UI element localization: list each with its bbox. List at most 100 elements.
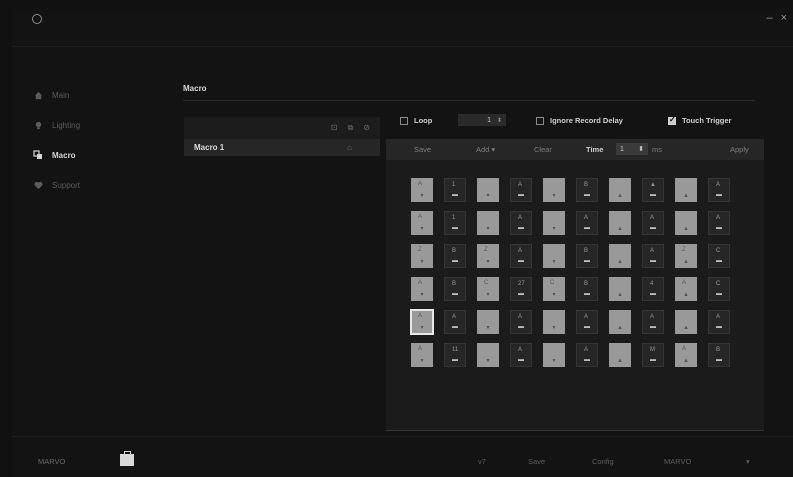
macro-event-key[interactable]: 1 ▬ [444,178,466,202]
macro-event-key[interactable]: Z ▲ [675,244,697,268]
macro-event-key[interactable]: A ▬ [576,343,598,367]
macro-event-key[interactable]: ▲ [675,178,697,202]
macro-event-key[interactable]: ▾ [477,310,499,334]
macro-event-key[interactable]: ▲ [609,178,631,202]
macro-event-key[interactable]: ▾ [543,343,565,367]
loop-label: Loop [414,116,433,125]
macro-event-key[interactable]: A ▬ [510,211,532,235]
macro-event-key[interactable]: Z ▾ [477,244,499,268]
delay-stepper[interactable]: 1 ⬍ [616,143,648,155]
event-key-grid: A ▾ 1 ▬ ▾ A ▬ ▾ B ▬ ▲ ▲ ▬ ▲ A ▬ A ▾ 1 ▬ ▾ A ▬ ▾ A ▬ ▲ A ▬ ▲ A ▬ Z ▾ B ▬ Z ▾ A ▬… [410,178,730,367]
key-top-label: A [418,214,423,220]
copy-macro-icon[interactable]: ⧉ [348,123,354,133]
sidebar-item-lighting[interactable]: Lighting [33,120,143,130]
key-direction-icon: ▲ [683,358,689,364]
macro-event-key[interactable]: 1 ▬ [444,211,466,235]
lock-icon[interactable]: ⌂ [347,143,352,152]
macro-event-key[interactable]: A ▲ [675,343,697,367]
sidebar-item-support[interactable]: Support [33,180,143,190]
macro-event-key[interactable]: A ▾ [411,211,433,235]
macro-event-key[interactable]: A ▬ [642,211,664,235]
key-direction-icon: ▲ [617,226,623,232]
briefcase-icon[interactable] [120,451,134,466]
macro-event-key[interactable]: A ▬ [642,244,664,268]
apply-button[interactable]: Apply [730,145,749,154]
macro-event-key[interactable]: ▲ [675,211,697,235]
macro-event-key[interactable]: C ▬ [708,244,730,268]
new-macro-icon[interactable]: ⊡ [331,123,338,133]
macro-event-key[interactable]: B ▬ [576,178,598,202]
macro-event-key[interactable]: A ▬ [576,310,598,334]
macro-event-key[interactable]: ▾ [543,211,565,235]
macro-event-key[interactable]: B ▬ [708,343,730,367]
macro-event-key[interactable]: Z ▾ [411,244,433,268]
ignore-delay-checkbox[interactable]: Ignore Record Delay [536,116,623,125]
macro-event-key[interactable]: B ▬ [444,277,466,301]
device-model: MARVO [664,457,692,466]
key-direction-icon: ▬ [584,192,590,198]
macro-event-key[interactable]: 11 ▬ [444,343,466,367]
macro-event-key[interactable]: ▲ [609,277,631,301]
minimize-icon[interactable]: – [766,12,772,24]
macro-event-key[interactable]: A ▾ [411,277,433,301]
clear-button[interactable]: Clear [534,145,552,154]
sidebar-item-main[interactable]: Main [33,90,143,100]
config-button[interactable]: Config [592,457,614,466]
macro-event-key[interactable]: A ▾ [410,309,434,335]
macro-event-key[interactable]: A ▬ [510,343,532,367]
macro-event-key[interactable]: A ▬ [576,211,598,235]
macro-event-key[interactable]: A ▬ [510,244,532,268]
macro-event-key[interactable]: A ▬ [708,178,730,202]
list-item[interactable]: Macro 1 ⌂ [184,139,380,156]
loop-count-stepper[interactable]: 1 ⬍ [458,114,506,126]
macro-event-key[interactable]: A ▬ [510,310,532,334]
key-direction-icon: ▾ [420,226,424,232]
macro-event-key[interactable]: A ▬ [510,178,532,202]
stepper-arrows-icon[interactable]: ⬍ [497,117,502,124]
status-save-button[interactable]: Save [528,457,545,466]
macro-event-key[interactable]: A ▬ [708,310,730,334]
macro-event-key[interactable]: C ▾ [543,277,565,301]
macro-event-key[interactable]: 4 ▬ [642,277,664,301]
macro-event-key[interactable]: ▲ [609,211,631,235]
macro-event-key[interactable]: C ▾ [477,277,499,301]
delete-macro-icon[interactable]: ⊘ [363,123,370,133]
loop-checkbox[interactable]: Loop [400,116,432,125]
macro-event-key[interactable]: B ▬ [444,244,466,268]
key-top-label: A [716,182,721,188]
macro-event-key[interactable]: ▲ [609,343,631,367]
macro-event-key[interactable]: ▾ [543,178,565,202]
key-top-label: B [716,347,721,353]
key-top-label: A [518,347,523,353]
macro-event-key[interactable]: ▲ ▬ [642,178,664,202]
macro-event-key[interactable]: ▾ [477,211,499,235]
macro-event-key[interactable]: A ▬ [444,310,466,334]
macro-event-key[interactable]: ▾ [477,343,499,367]
close-icon[interactable]: × [781,12,787,24]
key-direction-icon: ▲ [617,193,623,199]
stepper-arrows-icon[interactable]: ⬍ [638,145,644,153]
macro-event-key[interactable]: A ▾ [411,178,433,202]
macro-event-key[interactable]: ▲ [609,310,631,334]
macro-event-key[interactable]: ▲ [675,310,697,334]
macro-event-key[interactable]: M ▬ [642,343,664,367]
macro-event-key[interactable]: ▾ [477,178,499,202]
macro-event-key[interactable]: A ▬ [642,310,664,334]
macro-event-key[interactable]: C ▬ [708,277,730,301]
macro-event-key[interactable]: A ▾ [411,343,433,367]
touch-trigger-checkbox[interactable]: Touch Trigger [668,115,731,125]
key-top-label: A [418,346,423,352]
macro-event-key[interactable]: ▾ [543,244,565,268]
macro-event-key[interactable]: B ▬ [576,244,598,268]
macro-event-key[interactable]: A ▬ [708,211,730,235]
macro-event-key[interactable]: B ▬ [576,277,598,301]
save-button[interactable]: Save [414,145,431,154]
macro-event-key[interactable]: ▾ [543,310,565,334]
sidebar-item-macro[interactable]: Macro [33,150,143,160]
add-dropdown[interactable]: Add ▾ [476,145,495,154]
macro-event-key[interactable]: ▲ [609,244,631,268]
key-direction-icon: ▾ [420,325,424,331]
macro-event-key[interactable]: A ▲ [675,277,697,301]
macro-event-key[interactable]: 27 ▬ [510,277,532,301]
chevron-down-icon[interactable]: ▾ [746,457,750,466]
